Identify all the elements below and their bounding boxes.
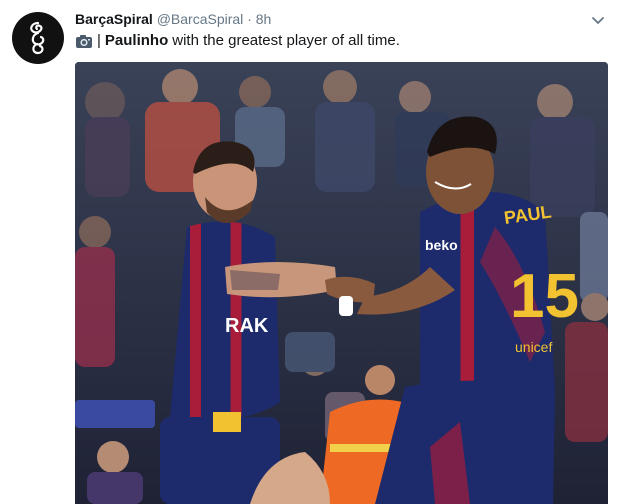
shirt-number: 15 bbox=[510, 262, 579, 331]
camera-icon bbox=[75, 34, 93, 49]
user-handle[interactable]: @BarcaSpiral bbox=[157, 11, 244, 27]
text-prefix: | bbox=[97, 32, 101, 49]
tweet-text: | Paulinho with the greatest player of a… bbox=[75, 32, 400, 50]
display-name[interactable]: BarçaSpiral bbox=[75, 11, 153, 27]
sponsor-text: beko bbox=[425, 237, 458, 253]
chest-text: RAK bbox=[225, 315, 269, 337]
text-bold-name: Paulinho bbox=[104, 32, 169, 49]
shorts-text: unicef bbox=[515, 339, 552, 355]
tweet-header: BarçaSpiral @BarcaSpiral · 8h bbox=[75, 10, 271, 28]
photo-illustration: RAK PAUL 15 beko unicef bbox=[75, 62, 608, 504]
tweet-photo[interactable]: RAK PAUL 15 beko unicef bbox=[75, 62, 608, 504]
text-rest: with the greatest player of all time. bbox=[172, 32, 400, 49]
spiral-logo bbox=[30, 21, 45, 55]
timestamp[interactable]: 8h bbox=[256, 11, 272, 27]
separator-dot: · bbox=[247, 11, 252, 27]
chevron-down-icon[interactable] bbox=[590, 12, 606, 28]
avatar[interactable] bbox=[12, 12, 64, 64]
